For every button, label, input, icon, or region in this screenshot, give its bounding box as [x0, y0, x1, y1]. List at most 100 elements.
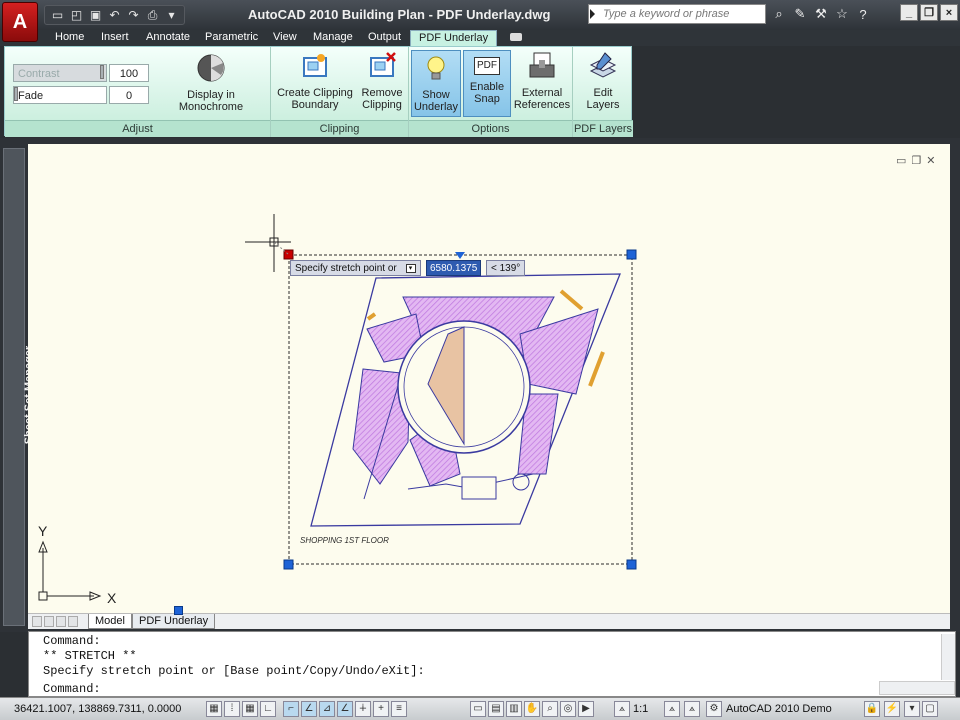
grid-display-icon[interactable]: ▦ [242, 701, 258, 717]
minimize-icon[interactable]: _ [900, 4, 918, 21]
polar-tracking-icon[interactable]: ⌐ [283, 701, 299, 717]
communication-center-icon[interactable]: ✎ [791, 5, 809, 23]
lock-ui-icon[interactable]: 🔒 [864, 701, 880, 717]
plot-icon[interactable]: ⎙ [144, 7, 161, 23]
subscription-icon[interactable]: ⚒ [812, 5, 830, 23]
command-line-scrollbar[interactable] [941, 634, 955, 680]
tab-view[interactable]: View [273, 30, 297, 46]
clean-screen-icon[interactable]: ▢ [922, 701, 938, 717]
lineweight-icon[interactable]: ≡ [391, 701, 407, 717]
show-underlay-button[interactable]: Show Underlay [411, 50, 461, 117]
tab-pdf-underlay[interactable]: PDF Underlay [410, 30, 498, 47]
viewport-close-icon[interactable]: ✕ [926, 154, 935, 167]
fade-slider-thumb[interactable] [14, 87, 18, 101]
dynamic-input-options-icon[interactable]: ▾ [405, 263, 416, 273]
annotation-scale-icon[interactable]: ⟑ [614, 701, 630, 717]
undo-icon[interactable]: ↶ [106, 7, 123, 23]
ribbon-minimize-button[interactable] [510, 33, 522, 41]
display-monochrome-button[interactable]: Display in Monochrome [155, 53, 267, 113]
quick-view-layouts-icon[interactable]: ▤ [488, 701, 504, 717]
zoom-icon[interactable]: ⌕ [542, 701, 558, 717]
enable-snap-label-1: Enable [469, 81, 505, 93]
annotation-visibility-icon[interactable]: ⟑ [664, 701, 680, 717]
dynamic-input-distance-field[interactable]: 6580.1375 [426, 260, 482, 276]
redo-icon[interactable]: ↷ [125, 7, 142, 23]
pan-icon[interactable]: ✋ [524, 701, 540, 717]
favorites-star-icon[interactable]: ☆ [833, 5, 851, 23]
open-file-icon[interactable]: ◰ [68, 7, 85, 23]
hardware-acceleration-icon[interactable]: ⚡ [884, 701, 900, 717]
viewport-restore-icon[interactable]: ❐ [911, 154, 921, 167]
object-snap-icon[interactable]: ∠ [301, 701, 317, 717]
command-line-hscrollbar[interactable] [879, 681, 955, 695]
quick-view-drawings-icon[interactable]: ▥ [506, 701, 522, 717]
binoculars-icon[interactable]: ⌕ [770, 5, 788, 23]
search-expand-icon[interactable] [590, 9, 595, 19]
isolate-objects-icon[interactable]: ▾ [904, 701, 920, 717]
panel-title-adjust: Adjust [5, 120, 270, 137]
show-underlay-label-1: Show [422, 89, 450, 101]
steeringwheel-icon[interactable]: ◎ [560, 701, 576, 717]
contrast-slider-thumb[interactable] [100, 65, 104, 79]
ortho-mode-icon[interactable]: ∟ [260, 701, 276, 717]
external-references-button[interactable]: External References [513, 51, 571, 111]
workspace-menu[interactable]: AutoCAD 2010 Demo [726, 703, 832, 715]
tab-model[interactable]: Model [88, 614, 132, 629]
auto-scale-icon[interactable]: ⟑ [684, 701, 700, 717]
show-underlay-label-2: Underlay [413, 101, 459, 113]
workspace-switching-icon[interactable]: ⚙ [706, 701, 722, 717]
dynamic-input-icon[interactable]: + [373, 701, 389, 717]
annotation-scale-value[interactable]: 1:1 [633, 703, 648, 715]
tab-insert[interactable]: Insert [101, 30, 129, 46]
save-icon[interactable]: ▣ [87, 7, 104, 23]
command-line-window[interactable]: Command: ** STRETCH ** Specify stretch p… [28, 631, 956, 697]
model-space-icon[interactable]: ▭ [470, 701, 486, 717]
contrast-slider[interactable]: Contrast [13, 64, 107, 82]
tab-parametric[interactable]: Parametric [205, 30, 258, 46]
sheet-set-manager-palette[interactable]: Sheet Set Manager [3, 148, 35, 626]
enable-snap-button[interactable]: PDF Enable Snap [463, 50, 511, 117]
tab-annotate[interactable]: Annotate [146, 30, 190, 46]
fade-slider[interactable]: Fade [13, 86, 107, 104]
external-references-icon [529, 52, 555, 78]
tab-nav-next-icon[interactable] [56, 616, 66, 627]
fade-value-field[interactable]: 0 [109, 86, 149, 104]
infer-constraints-icon[interactable]: ▦ [206, 701, 222, 717]
search-input[interactable]: Type a keyword or phrase [588, 4, 766, 24]
tab-nav-first-icon[interactable] [32, 616, 42, 627]
panel-title-options: Options [409, 120, 572, 137]
tab-nav-last-icon[interactable] [68, 616, 78, 627]
remove-clipping-label-1: Remove [361, 87, 403, 99]
3d-osnap-icon[interactable]: ⊿ [319, 701, 335, 717]
command-prompt[interactable]: Command: [43, 682, 101, 696]
restore-icon[interactable]: ❐ [920, 4, 938, 21]
showmotion-icon[interactable]: ▶ [578, 701, 594, 717]
edit-layers-button[interactable]: Edit Layers [579, 51, 627, 111]
close-icon[interactable]: × [940, 4, 958, 21]
edit-layers-label-2: Layers [586, 99, 620, 111]
tab-output[interactable]: Output [368, 30, 401, 46]
tab-nav-prev-icon[interactable] [44, 616, 54, 627]
object-snap-tracking-icon[interactable]: ∠ [337, 701, 353, 717]
tab-home[interactable]: Home [55, 30, 84, 46]
contrast-value-field[interactable]: 100 [109, 64, 149, 82]
tab-layout-pdf-underlay[interactable]: PDF Underlay [132, 614, 216, 629]
dynamic-input-angle-field[interactable]: < 139° [486, 260, 526, 276]
crosshair-cursor [245, 214, 291, 272]
snap-mode-icon[interactable]: ⁞ [224, 701, 240, 717]
grip-bottom-right [626, 559, 637, 570]
grip-bottom-left [283, 559, 294, 570]
command-history-line: Command: [43, 634, 101, 648]
viewport-minimize-icon[interactable]: ▭ [896, 154, 906, 167]
tab-manage[interactable]: Manage [313, 30, 353, 46]
new-file-icon[interactable]: ▭ [49, 7, 66, 23]
coordinate-readout[interactable]: 36421.1007, 138869.7311, 0.0000 [14, 703, 181, 715]
remove-clipping-button[interactable]: Remove Clipping [359, 51, 405, 111]
qat-dropdown-icon[interactable]: ▾ [163, 7, 180, 23]
drawing-canvas[interactable]: SHOPPING 1ST FLOOR Y X Specify stretch p… [28, 144, 950, 614]
application-menu-button[interactable]: A [2, 2, 38, 42]
dynamic-ucs-icon[interactable]: ∔ [355, 701, 371, 717]
ucs-icon [38, 540, 102, 601]
help-icon[interactable]: ? [854, 5, 872, 23]
create-clipping-boundary-button[interactable]: Create Clipping Boundary [277, 51, 353, 111]
